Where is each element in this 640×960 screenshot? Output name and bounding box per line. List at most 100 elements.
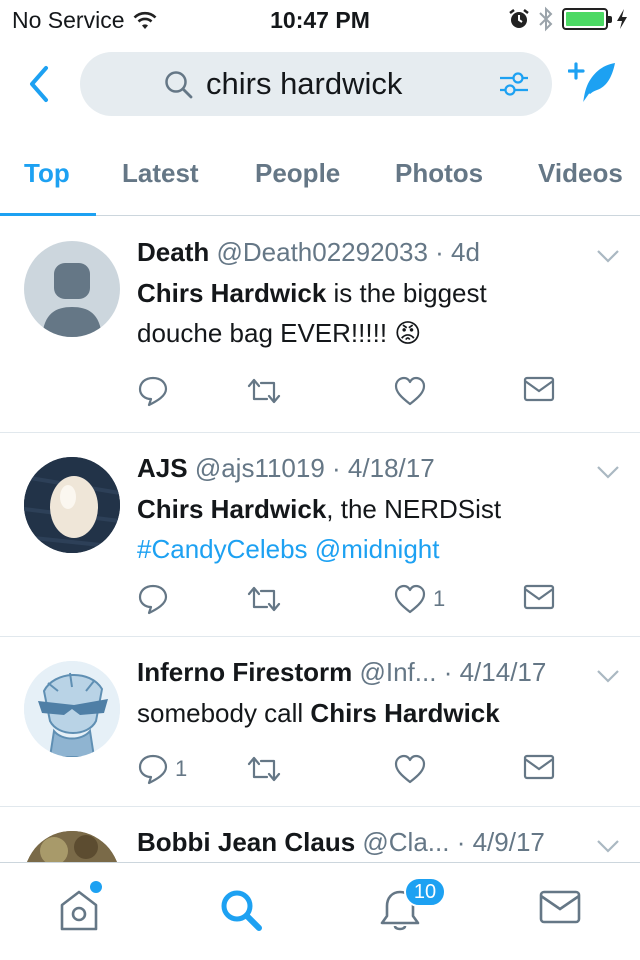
retweet-button[interactable] bbox=[245, 753, 283, 785]
heart-icon bbox=[394, 754, 426, 784]
retweet-button[interactable] bbox=[245, 375, 283, 407]
direct-message-button[interactable] bbox=[523, 375, 555, 403]
retweet-button[interactable] bbox=[245, 583, 283, 615]
search-input[interactable]: chirs hardwick bbox=[80, 52, 552, 116]
home-icon[interactable] bbox=[56, 887, 102, 933]
search-tab-icon[interactable] bbox=[218, 887, 264, 933]
tweet-author-name[interactable]: Inferno Firestorm bbox=[137, 657, 352, 687]
like-button[interactable] bbox=[393, 753, 427, 785]
tweet-timestamp: · 4/18/17 bbox=[332, 453, 435, 483]
mention-link[interactable]: @midnight bbox=[315, 534, 440, 564]
tweet-header: AJS @ajs11019 · 4/18/17 bbox=[137, 453, 435, 484]
tab-latest[interactable]: Latest bbox=[122, 158, 199, 189]
tweet-actions bbox=[137, 375, 577, 415]
search-tabs: Top Latest People Photos Videos bbox=[0, 144, 640, 216]
bluetooth-icon bbox=[539, 6, 553, 32]
tweet-text: Chirs Hardwick is the biggest douche bag… bbox=[137, 273, 577, 353]
search-query[interactable]: chirs hardwick bbox=[206, 66, 402, 102]
reply-icon bbox=[138, 754, 168, 785]
tweet-header: Bobbi Jean Claus @Cla... · 4/9/17 bbox=[137, 827, 545, 858]
tab-videos[interactable]: Videos bbox=[538, 158, 623, 189]
hashtag-link[interactable]: #CandyCelebs bbox=[137, 534, 308, 564]
tweet-author-handle[interactable]: @Cla... bbox=[362, 827, 449, 857]
tweet-author-name[interactable]: AJS bbox=[137, 453, 188, 483]
tab-people[interactable]: People bbox=[255, 158, 340, 189]
envelope-icon bbox=[523, 376, 555, 402]
search-header: chirs hardwick bbox=[0, 44, 640, 124]
tweet-author-handle[interactable]: @ajs11019 bbox=[195, 453, 325, 483]
tweet-author-handle[interactable]: @Inf... bbox=[359, 657, 436, 687]
tweet-text-highlight: Chirs Hardwick bbox=[310, 698, 500, 728]
photo-avatar bbox=[24, 831, 120, 862]
heart-icon bbox=[394, 376, 426, 406]
chevron-down-icon[interactable] bbox=[596, 839, 620, 853]
chevron-down-icon[interactable] bbox=[596, 669, 620, 683]
status-icons bbox=[508, 6, 628, 32]
tweet-timestamp: · 4/9/17 bbox=[456, 827, 545, 857]
reply-count: 1 bbox=[175, 756, 188, 781]
avatar[interactable] bbox=[24, 241, 120, 337]
reply-button[interactable]: 1 bbox=[137, 753, 187, 785]
tweet-author-name[interactable]: Death bbox=[137, 237, 209, 267]
tab-top[interactable]: Top bbox=[24, 158, 70, 189]
battery-icon bbox=[562, 8, 612, 30]
heart-icon bbox=[394, 584, 426, 614]
reply-button[interactable] bbox=[137, 375, 169, 407]
compose-tweet-icon[interactable] bbox=[568, 60, 620, 108]
tweet-actions: 1 bbox=[137, 753, 577, 793]
filter-settings-icon[interactable] bbox=[498, 69, 530, 99]
tweet-text-highlight: Chirs Hardwick bbox=[137, 494, 327, 524]
illustrated-avatar bbox=[24, 661, 120, 757]
tweet-header: Death @Death02292033 · 4d bbox=[137, 237, 480, 268]
retweet-icon bbox=[247, 378, 281, 404]
default-avatar-icon bbox=[42, 263, 102, 337]
reply-icon bbox=[138, 584, 168, 615]
direct-message-button[interactable] bbox=[523, 753, 555, 781]
like-button[interactable]: 1 bbox=[393, 583, 445, 615]
tweet-item[interactable]: Bobbi Jean Claus @Cla... · 4/9/17 bbox=[0, 807, 640, 862]
tweet-header: Inferno Firestorm @Inf... · 4/14/17 bbox=[137, 657, 546, 688]
tweet-author-handle[interactable]: @Death02292033 bbox=[216, 237, 427, 267]
battery-tip bbox=[608, 16, 612, 23]
retweet-icon bbox=[247, 756, 281, 782]
avatar[interactable] bbox=[24, 831, 120, 862]
active-tab-indicator bbox=[0, 213, 96, 216]
status-bar: No Service 10:47 PM bbox=[0, 0, 640, 40]
bottom-tab-bar: 10 bbox=[0, 862, 640, 960]
messages-envelope-icon[interactable] bbox=[538, 887, 582, 927]
battery-level bbox=[566, 12, 604, 26]
search-icon bbox=[165, 71, 193, 99]
tweet-author-name[interactable]: Bobbi Jean Claus bbox=[137, 827, 355, 857]
tweet-timestamp: · 4/14/17 bbox=[443, 657, 547, 687]
tweet-timestamp: · 4d bbox=[435, 237, 480, 267]
envelope-icon bbox=[523, 584, 555, 610]
envelope-icon bbox=[523, 754, 555, 780]
tweet-emoji: 😡 bbox=[394, 318, 422, 348]
charging-icon bbox=[617, 9, 627, 29]
tweet-actions: 1 bbox=[137, 583, 577, 623]
tweet-text: somebody call Chirs Hardwick bbox=[137, 693, 577, 733]
like-button[interactable] bbox=[393, 375, 427, 407]
tweet-text-highlight: Chirs Hardwick bbox=[137, 278, 327, 308]
egg-photo-avatar bbox=[24, 457, 120, 553]
chevron-down-icon[interactable] bbox=[596, 249, 620, 263]
reply-icon bbox=[138, 376, 168, 407]
avatar[interactable] bbox=[24, 661, 120, 757]
tweet-item[interactable]: Death @Death02292033 · 4d Chirs Hardwick… bbox=[0, 217, 640, 433]
direct-message-button[interactable] bbox=[523, 583, 555, 611]
tweet-text-body: somebody call bbox=[137, 698, 311, 728]
like-count: 1 bbox=[433, 586, 446, 611]
tweet-text-body: , the NERDSist bbox=[326, 494, 502, 524]
avatar[interactable] bbox=[24, 457, 120, 553]
alarm-icon bbox=[509, 9, 529, 28]
tweet-item[interactable]: Inferno Firestorm @Inf... · 4/14/17 some… bbox=[0, 637, 640, 807]
tweet-text: Chirs Hardwick, the NERDSist #CandyCeleb… bbox=[137, 489, 577, 569]
chevron-down-icon[interactable] bbox=[596, 465, 620, 479]
reply-button[interactable] bbox=[137, 583, 169, 615]
tab-photos[interactable]: Photos bbox=[395, 158, 483, 189]
notification-count-badge: 10 bbox=[404, 877, 446, 907]
tweet-item[interactable]: AJS @ajs11019 · 4/18/17 Chirs Hardwick, … bbox=[0, 433, 640, 637]
back-arrow-icon[interactable] bbox=[22, 62, 56, 106]
new-content-dot bbox=[90, 881, 102, 893]
retweet-icon bbox=[247, 586, 281, 612]
